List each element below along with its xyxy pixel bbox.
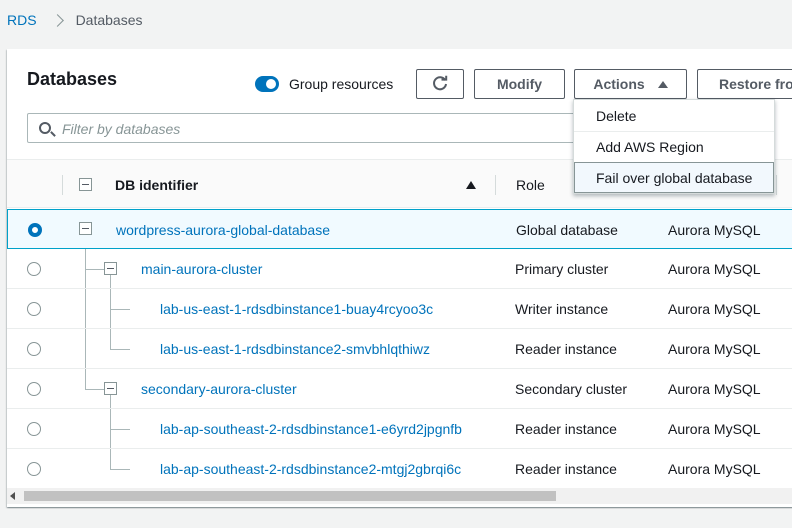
- db-identifier-link[interactable]: lab-us-east-1-rdsdbinstance2-smvbhlqthiw…: [160, 341, 430, 357]
- db-identifier-link[interactable]: lab-us-east-1-rdsdbinstance1-buay4rcyoo3…: [160, 301, 433, 317]
- actions-label: Actions: [593, 76, 645, 92]
- engine-cell: Aurora MySQL: [668, 381, 761, 397]
- db-identifier-link[interactable]: main-aurora-cluster: [141, 261, 262, 277]
- header-role[interactable]: Role: [516, 177, 545, 193]
- collapse-icon[interactable]: [104, 262, 117, 275]
- actions-menu: Delete Add AWS Region Fail over global d…: [573, 99, 775, 194]
- engine-cell: Aurora MySQL: [668, 341, 761, 357]
- modify-button[interactable]: Modify: [474, 69, 565, 99]
- table-row[interactable]: secondary-aurora-cluster Secondary clust…: [7, 369, 792, 409]
- header-db-identifier[interactable]: DB identifier: [115, 177, 198, 193]
- table-row[interactable]: lab-ap-southeast-2-rdsdbinstance2-mtgj2g…: [7, 449, 792, 489]
- actions-button[interactable]: Actions: [574, 69, 687, 99]
- row-radio[interactable]: [28, 223, 42, 237]
- menu-item-add-aws-region[interactable]: Add AWS Region: [574, 131, 774, 162]
- row-radio[interactable]: [27, 342, 41, 356]
- menu-item-fail-over-global-database[interactable]: Fail over global database: [574, 162, 774, 193]
- search-input[interactable]: Filter by databases: [27, 113, 587, 143]
- role-cell: Reader instance: [515, 461, 617, 477]
- sort-ascending-icon[interactable]: [466, 181, 476, 189]
- toggle-knob: [266, 79, 276, 89]
- engine-cell: Aurora MySQL: [668, 461, 761, 477]
- row-radio[interactable]: [27, 262, 41, 276]
- role-cell: Reader instance: [515, 341, 617, 357]
- collapse-icon[interactable]: [104, 382, 117, 395]
- breadcrumb-rds-link[interactable]: RDS: [7, 12, 37, 28]
- search-icon: [39, 122, 51, 134]
- refresh-button[interactable]: [416, 69, 464, 99]
- breadcrumb-current: Databases: [75, 12, 143, 28]
- group-resources-toggle[interactable]: [255, 76, 279, 92]
- engine-cell: Aurora MySQL: [668, 301, 761, 317]
- search-placeholder: Filter by databases: [62, 121, 181, 137]
- row-radio[interactable]: [27, 422, 41, 436]
- scrollbar-thumb[interactable]: [24, 491, 556, 501]
- scroll-left-arrow-icon[interactable]: [10, 492, 15, 500]
- page-title: Databases: [27, 69, 118, 89]
- collapse-all-icon[interactable]: [79, 178, 92, 191]
- group-resources-label: Group resources: [289, 76, 394, 92]
- breadcrumb: RDS Databases: [7, 11, 143, 29]
- engine-cell: Aurora MySQL: [668, 261, 761, 277]
- horizontal-scrollbar[interactable]: [7, 488, 792, 504]
- collapse-icon[interactable]: [79, 222, 92, 235]
- table-row[interactable]: lab-us-east-1-rdsdbinstance1-buay4rcyoo3…: [7, 289, 792, 329]
- role-cell: Global database: [516, 222, 618, 238]
- row-radio[interactable]: [27, 382, 41, 396]
- role-cell: Writer instance: [515, 301, 609, 317]
- db-identifier-link[interactable]: wordpress-aurora-global-database: [116, 222, 330, 238]
- caret-up-icon: [657, 80, 668, 88]
- engine-cell: Aurora MySQL: [668, 222, 761, 238]
- db-identifier-link[interactable]: lab-ap-southeast-2-rdsdbinstance1-e6yrd2…: [160, 421, 462, 437]
- role-cell: Secondary cluster: [515, 381, 628, 397]
- table-row[interactable]: lab-ap-southeast-2-rdsdbinstance1-e6yrd2…: [7, 409, 792, 449]
- refresh-icon: [433, 75, 448, 91]
- role-cell: Reader instance: [515, 421, 617, 437]
- engine-cell: Aurora MySQL: [668, 421, 761, 437]
- row-radio[interactable]: [27, 462, 41, 476]
- table-row[interactable]: main-aurora-cluster Primary cluster Auro…: [7, 249, 792, 289]
- chevron-right-icon: [50, 13, 64, 27]
- db-identifier-link[interactable]: secondary-aurora-cluster: [141, 381, 297, 397]
- column-divider: [495, 175, 496, 195]
- column-divider: [62, 175, 63, 195]
- db-identifier-link[interactable]: lab-ap-southeast-2-rdsdbinstance2-mtgj2g…: [160, 461, 461, 477]
- table-row[interactable]: wordpress-aurora-global-database Global …: [7, 209, 792, 249]
- table-row[interactable]: lab-us-east-1-rdsdbinstance2-smvbhlqthiw…: [7, 329, 792, 369]
- menu-item-delete[interactable]: Delete: [574, 100, 774, 131]
- role-cell: Primary cluster: [515, 261, 609, 277]
- restore-button[interactable]: Restore fro: [697, 69, 792, 99]
- column-divider: [776, 175, 777, 195]
- row-radio[interactable]: [27, 302, 41, 316]
